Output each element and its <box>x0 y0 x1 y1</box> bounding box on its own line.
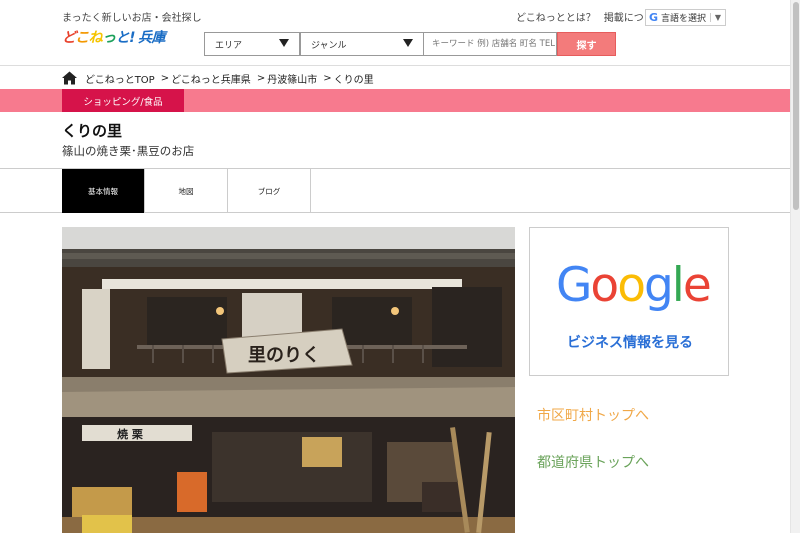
category-band: ショッピング/食品 <box>0 89 790 112</box>
google-letter: e <box>682 258 712 313</box>
site-tagline: まったく新しいお店・会社探し <box>62 13 202 24</box>
scrollbar-thumb[interactable] <box>793 2 799 210</box>
logo-prefecture: 兵庫 <box>137 30 166 46</box>
google-business-box[interactable]: Google ビジネス情報を見る <box>529 227 729 376</box>
google-g-icon: G <box>649 11 659 24</box>
shop-photo-image: 里のりく 焼 栗 <box>62 227 515 533</box>
logo-char-1: ど <box>62 30 76 46</box>
top-links: どこねっととは？ 掲載について <box>516 9 663 24</box>
chevron-down-icon: ▼ <box>709 13 725 22</box>
breadcrumb-item-top[interactable]: どこねっとTOP <box>85 71 155 86</box>
language-select[interactable]: G 言語を選択 ▼ <box>645 9 726 26</box>
shop-name: くりの里 <box>62 122 123 140</box>
page-scrollbar[interactable] <box>790 0 800 533</box>
shop-photo: 里のりく 焼 栗 <box>62 227 515 533</box>
google-logo: Google <box>556 258 712 313</box>
google-letter: G <box>556 258 592 313</box>
keyword-input[interactable] <box>424 32 557 56</box>
area-select[interactable]: エリア <box>204 32 300 56</box>
breadcrumb-item-city[interactable]: 丹波篠山市 <box>267 71 317 86</box>
dropdown-arrow-icon <box>403 39 413 47</box>
site-logo[interactable]: どこねっと! 兵庫 <box>62 27 165 47</box>
category-label[interactable]: ショッピング/食品 <box>62 89 184 112</box>
breadcrumb-separator: > <box>323 72 332 84</box>
about-link[interactable]: どこねっととは？ <box>516 9 596 24</box>
prefecture-top-link[interactable]: 都道府県トップへ <box>537 452 649 472</box>
logo-char-2: こ <box>75 30 89 46</box>
language-select-label: 言語を選択 <box>661 14 707 24</box>
google-letter: o <box>590 258 619 313</box>
genre-select[interactable]: ジャンル <box>300 32 424 56</box>
breadcrumb-separator: > <box>256 72 266 84</box>
shop-tabs: 基本情報 地図 ブログ <box>0 168 790 213</box>
breadcrumb: どこねっとTOP > どこねっと兵庫県 > 丹波篠山市 > くりの里 <box>62 69 380 87</box>
breadcrumb-item-prefecture[interactable]: どこねっと兵庫県 <box>171 71 251 86</box>
tab-basic-info[interactable]: 基本情報 <box>62 169 145 213</box>
home-icon[interactable] <box>62 71 77 85</box>
logo-char-4: っ <box>102 30 116 46</box>
search-button[interactable]: 探す <box>557 32 616 56</box>
google-letter: l <box>671 258 685 313</box>
breadcrumb-item-shop: くりの里 <box>333 74 374 86</box>
wooden-sign-text: 里のりく <box>248 345 320 366</box>
shop-subtitle: 篠山の焼き栗･黒豆のお店 <box>62 144 195 158</box>
google-letter: o <box>617 258 646 313</box>
city-top-link[interactable]: 市区町村トップへ <box>537 405 649 425</box>
tab-map[interactable]: 地図 <box>145 169 228 213</box>
logo-char-3: ね <box>88 30 103 46</box>
dropdown-arrow-icon <box>279 39 289 47</box>
shop-sign-text: 焼 栗 <box>117 427 143 441</box>
site-header: まったく新しいお店・会社探し どこねっと! 兵庫 どこねっととは？ 掲載について … <box>0 0 790 66</box>
google-letter: g <box>643 258 674 313</box>
genre-select-label: ジャンル <box>311 40 347 51</box>
logo-char-5: と! <box>115 30 136 46</box>
tab-blog[interactable]: ブログ <box>228 169 311 213</box>
google-business-caption: ビジネス情報を見る <box>567 335 693 351</box>
breadcrumb-separator: > <box>160 72 170 84</box>
area-select-label: エリア <box>215 40 243 51</box>
